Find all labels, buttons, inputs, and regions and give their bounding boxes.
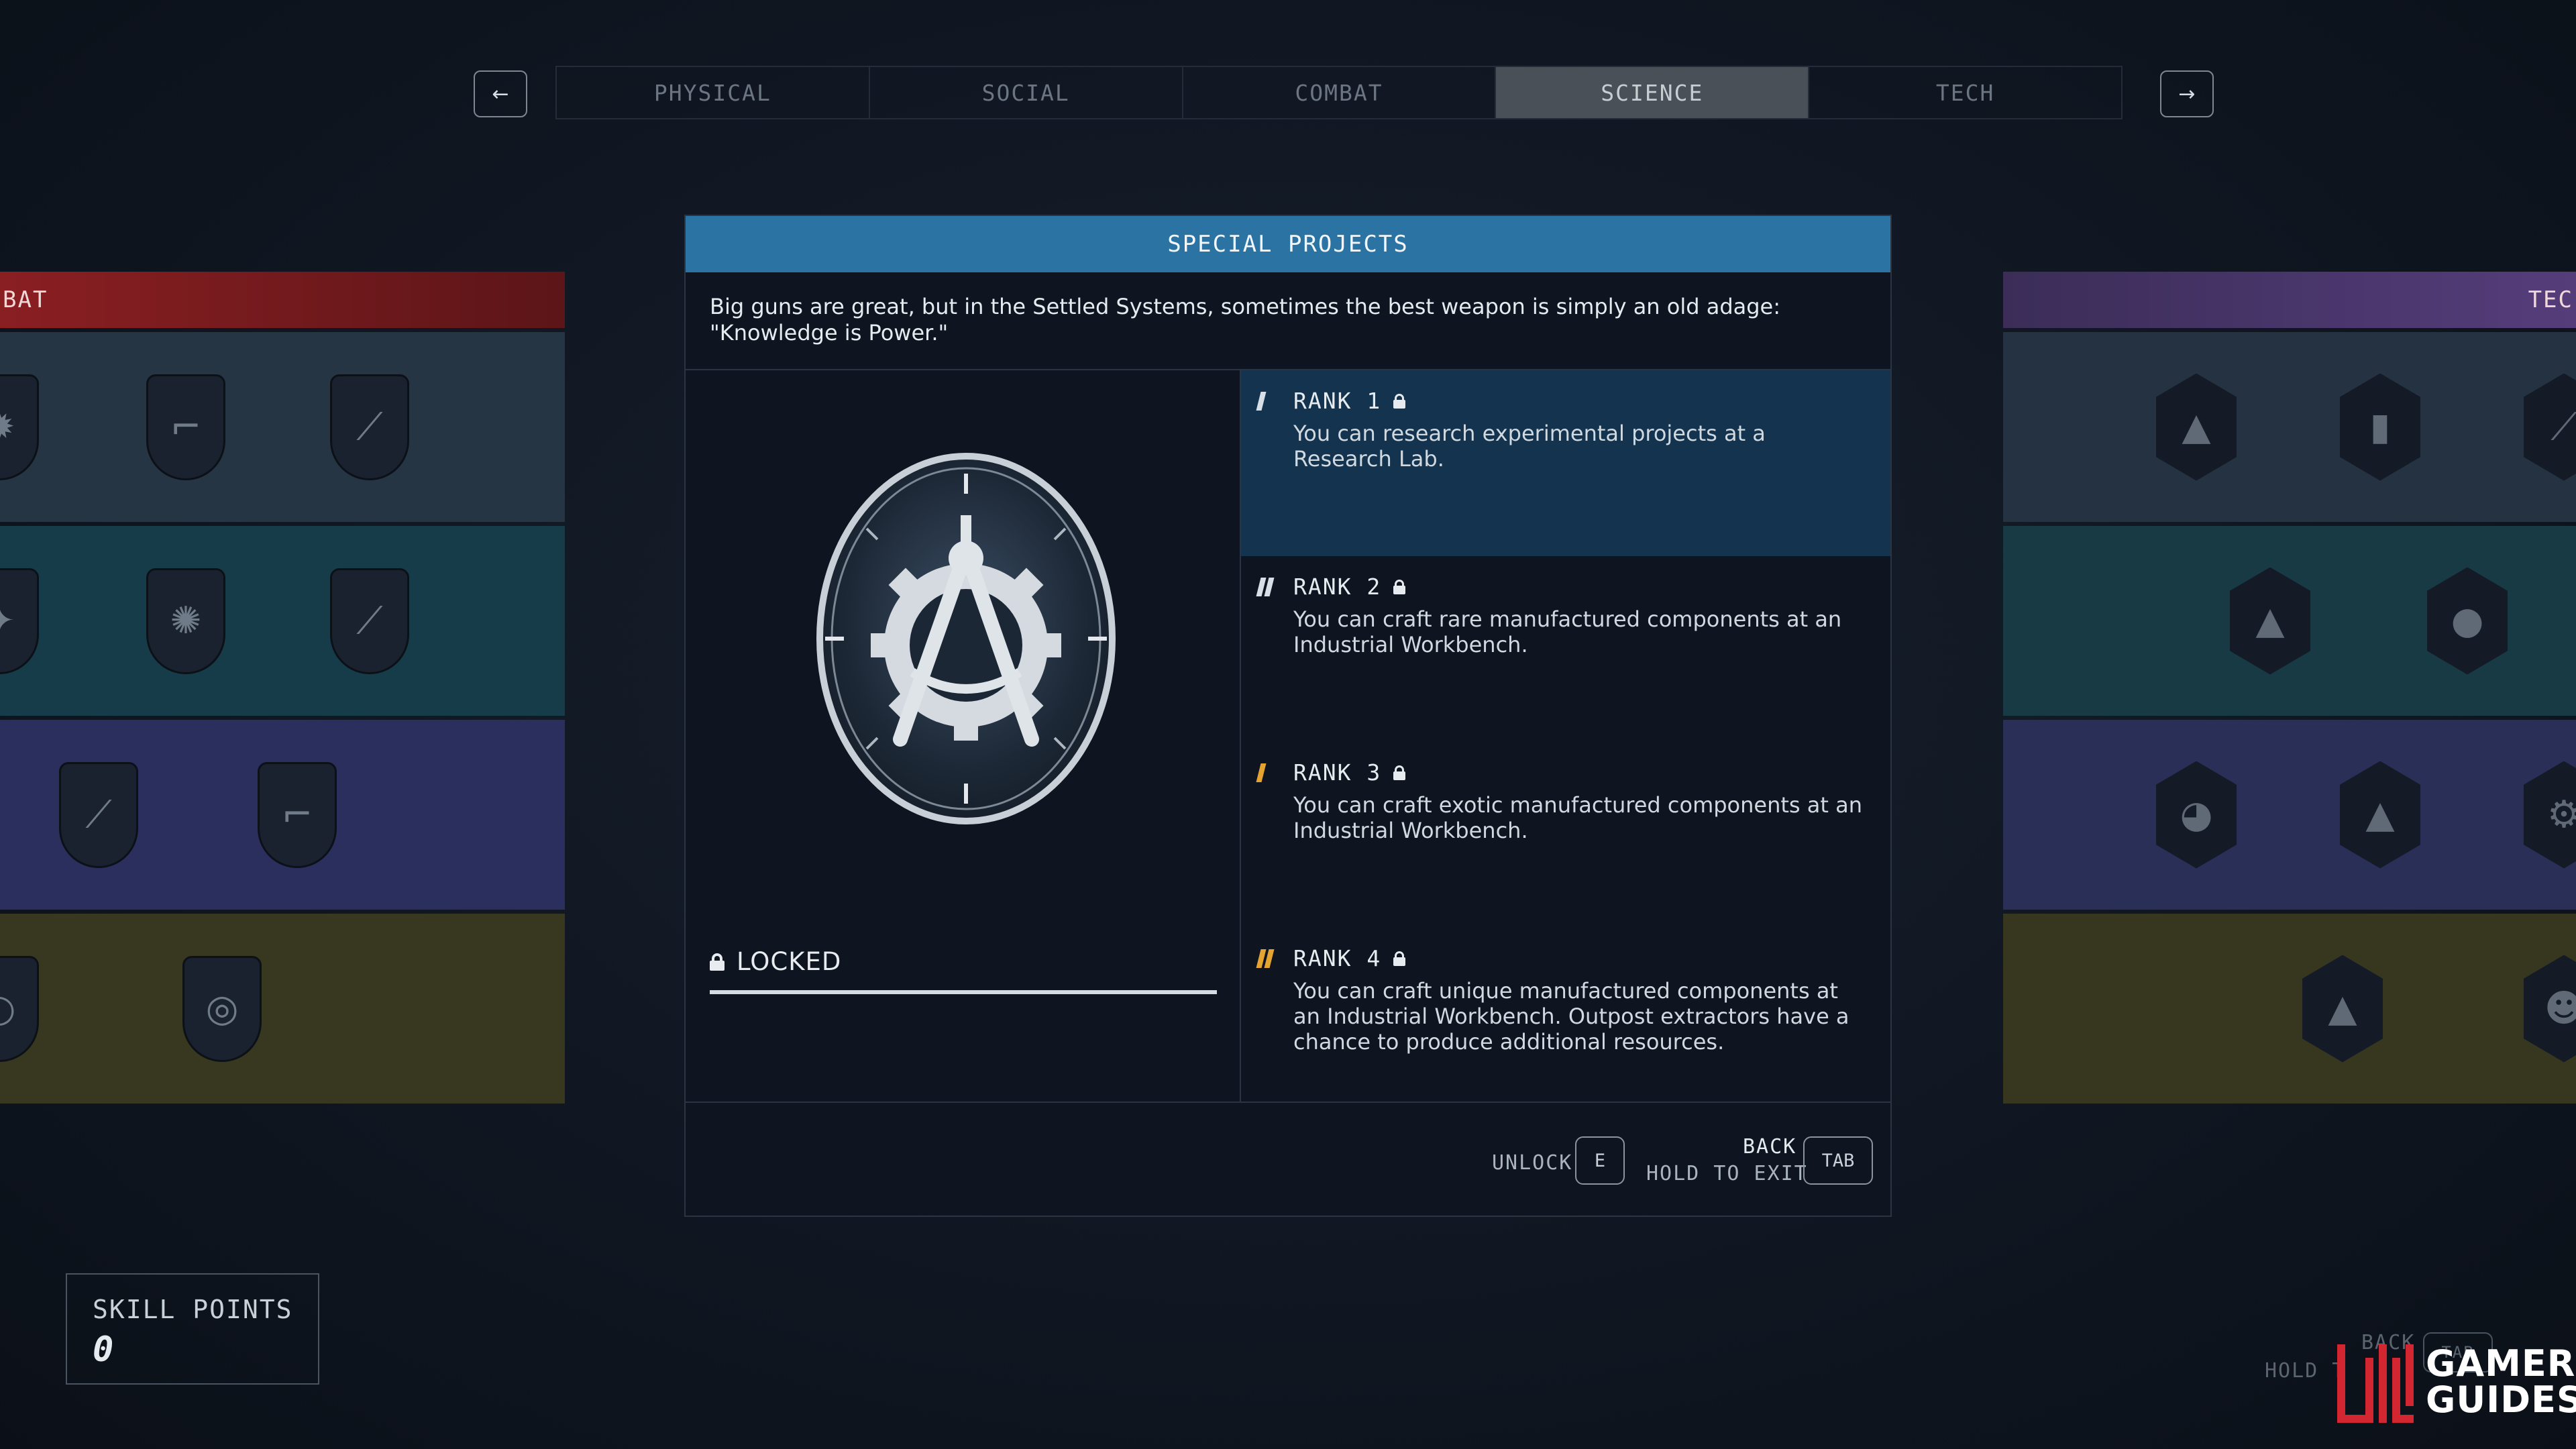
lander-skill-icon[interactable]: ▲ [2302, 955, 2383, 1063]
prev-category-button[interactable]: ← [474, 70, 527, 117]
tech-skill-tree: TEC ▲ ▮ ⟋ ▲ ● ◕ ▲ ⚙ ▲ ☻ [2003, 272, 2576, 1107]
back-key-button[interactable]: TAB [1803, 1136, 1873, 1185]
combat-tree-row-3: ⟋ ⌐ [0, 720, 565, 910]
rank-4-description: You can craft unique manufactured compon… [1293, 978, 1849, 1055]
tab-combat[interactable]: COMBAT [1183, 67, 1497, 118]
rank-1-label: RANK 1 [1293, 388, 1382, 414]
shield-skill-icon[interactable]: ◐ [0, 955, 39, 1062]
arrow-left-icon: ← [492, 82, 509, 106]
lock-icon [1393, 765, 1406, 780]
rank-2-row[interactable]: RANK 2 You can craft rare manufactured c… [1241, 556, 1890, 742]
lock-icon [1393, 579, 1406, 594]
revolver-skill-icon[interactable]: ⌐ [258, 761, 337, 868]
starship-skill-icon[interactable]: ▲ [2230, 567, 2310, 675]
next-category-button[interactable]: → [2160, 70, 2214, 117]
rank-4-label: RANK 4 [1293, 945, 1382, 971]
rifle-skill-icon[interactable]: ⟋ [330, 374, 409, 480]
skill-emblem-area: LOCKED [686, 370, 1241, 1103]
rank-3-description: You can craft exotic manufactured compon… [1293, 792, 1862, 843]
rank-1-row[interactable]: RANK 1 You can research experimental pro… [1241, 370, 1890, 556]
logo-line-2: GUIDES [2426, 1379, 2576, 1421]
rank-2-description: You can craft rare manufactured componen… [1293, 606, 1842, 657]
panel-footer: UNLOCK E BACK HOLD TO EXIT TAB [686, 1102, 1890, 1216]
planet-skill-icon[interactable]: ◕ [2156, 761, 2237, 869]
gamer-guides-logo: GAMER GUIDES [2334, 1335, 2576, 1429]
category-tabs: PHYSICAL SOCIAL COMBAT SCIENCE TECH [555, 66, 2123, 119]
combat-tree-header: BAT [0, 272, 565, 328]
back-key-label: TAB [1821, 1150, 1855, 1171]
skill-status: LOCKED [710, 947, 841, 976]
skill-description: Big guns are great, but in the Settled S… [686, 272, 1890, 370]
tool-skill-icon[interactable]: ⟋ [2524, 373, 2576, 481]
rank-progress-bar [710, 990, 1217, 994]
skill-title: SPECIAL PROJECTS [686, 216, 1890, 272]
skill-points-panel: SKILL POINTS 0 [66, 1273, 319, 1385]
tech-tree-title: TEC [2528, 286, 2573, 313]
unlock-label: UNLOCK [1492, 1151, 1573, 1175]
lock-icon [710, 953, 724, 971]
rank-1-description: You can research experimental projects a… [1293, 421, 1766, 472]
skill-detail-panel: SPECIAL PROJECTS Big guns are great, but… [684, 215, 1892, 1217]
lock-icon [1393, 393, 1406, 409]
compass-gear-icon [816, 453, 1116, 824]
gamer-guides-logo-mark-icon [2337, 1344, 2414, 1423]
tab-physical[interactable]: PHYSICAL [557, 67, 870, 118]
tab-science[interactable]: SCIENCE [1496, 67, 1810, 118]
tech-tree-row-3: ◕ ▲ ⚙ [2003, 720, 2576, 910]
tech-tree-row-1: ▲ ▮ ⟋ [2003, 332, 2576, 522]
rank-list: RANK 1 You can research experimental pro… [1241, 370, 1890, 1103]
unlock-key-label: E [1594, 1150, 1606, 1171]
combat-tree-row-2: ✦ ✺ ⟋ [0, 526, 565, 716]
unlock-key-button[interactable]: E [1575, 1136, 1625, 1185]
back-label: BACK [1743, 1135, 1797, 1159]
rank-3-label: RANK 3 [1293, 759, 1382, 786]
rocket-skill-icon[interactable]: ● [2427, 567, 2508, 675]
background-hold-label: HOLD T [2265, 1359, 2346, 1383]
rank-2-label: RANK 2 [1293, 574, 1382, 600]
star-skill-icon[interactable]: ✦ [0, 568, 39, 674]
rank-3-marker-icon [1256, 763, 1267, 782]
rank-4-marker-icon [1256, 949, 1275, 968]
hold-to-exit-label: HOLD TO EXIT [1646, 1162, 1808, 1185]
tab-social[interactable]: SOCIAL [870, 67, 1183, 118]
rank-4-row[interactable]: RANK 4 You can craft unique manufactured… [1241, 928, 1890, 1103]
shuttle-skill-icon[interactable]: ▲ [2340, 761, 2420, 869]
rank-3-row[interactable]: RANK 3 You can craft exotic manufactured… [1241, 742, 1890, 928]
target-skill-icon[interactable]: ◎ [182, 955, 262, 1062]
skill-points-label: SKILL POINTS [93, 1295, 293, 1324]
tech-tree-row-4: ▲ ☻ [2003, 914, 2576, 1104]
combat-tree-row-4: ◐ ◎ [0, 914, 565, 1104]
astronaut-skill-icon[interactable]: ☻ [2524, 955, 2576, 1063]
rank-2-marker-icon [1256, 578, 1275, 596]
tech-tree-row-2: ▲ ● [2003, 526, 2576, 716]
robot-arm-skill-icon[interactable]: ⚙ [2524, 761, 2576, 869]
pistol-skill-icon[interactable]: ⌐ [146, 374, 225, 480]
logo-line-1: GAMER [2426, 1342, 2576, 1385]
tech-tree-header: TEC [2003, 272, 2576, 328]
skill-points-value: 0 [93, 1330, 114, 1370]
ship-skill-icon[interactable]: ▲ [2156, 373, 2237, 481]
combat-skill-tree: BAT ✹ ⌐ ⟋ ✦ ✺ ⟋ ⟋ ⌐ ◐ ◎ [0, 272, 565, 1107]
sniper-skill-icon[interactable]: ⟋ [59, 761, 138, 868]
assault-rifle-skill-icon[interactable]: ⟋ [330, 568, 409, 674]
burst-skill-icon[interactable]: ✺ [146, 568, 225, 674]
skill-status-label: LOCKED [737, 947, 842, 976]
sunburst-skill-icon[interactable]: ✹ [0, 374, 39, 480]
rank-1-marker-icon [1256, 392, 1267, 411]
jetpack-skill-icon[interactable]: ▮ [2340, 373, 2420, 481]
arrow-right-icon: → [2178, 82, 2196, 106]
combat-tree-title: BAT [3, 286, 48, 313]
gamer-guides-wordmark: GAMER GUIDES [2426, 1346, 2576, 1418]
tab-tech[interactable]: TECH [1809, 67, 2121, 118]
lock-icon [1393, 951, 1406, 966]
combat-tree-row-1: ✹ ⌐ ⟋ [0, 332, 565, 522]
